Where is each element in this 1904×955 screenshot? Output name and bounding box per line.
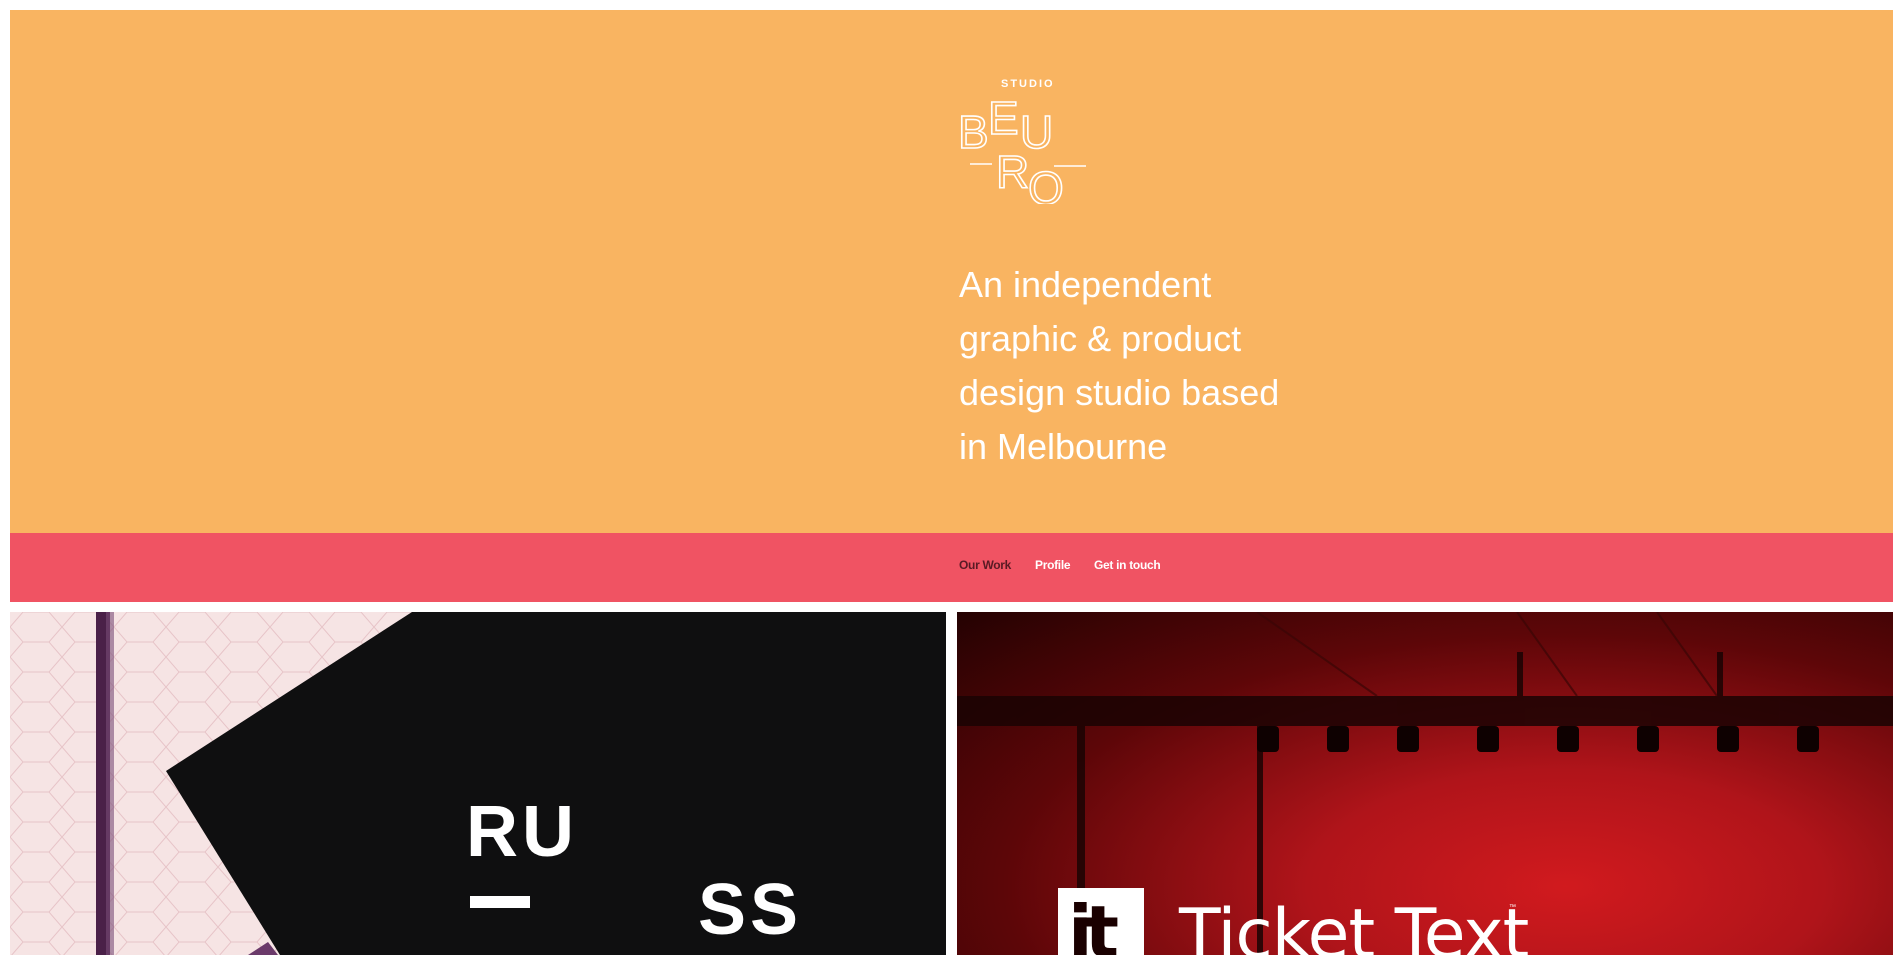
tagline-line: graphic & product [959,318,1242,359]
ticket-text-trademark: ™ [1509,904,1516,911]
tagline-line: in Melbourne [959,426,1168,467]
logo-letter-o: O [1028,162,1064,204]
ticket-text-logo-mark: jt [1058,888,1144,955]
ticket-text-title: Ticket Text [1179,895,1529,955]
logo-studio-text: STUDIO [1001,78,1055,90]
russ-logo-text-ss: SS [698,870,802,950]
nav-get-in-touch-link[interactable]: Get in touch [1094,558,1161,572]
work-tile-ticket-text[interactable]: jt Ticket Text ™ [957,612,1893,955]
logo-letter-e: E [988,94,1019,144]
hero-tagline: An independent graphic & product design … [959,258,1379,474]
logo-letter-r: R [996,146,1029,198]
hero-section: STUDIO B E U R O An independent graphic … [10,10,1893,533]
russ-project-image: RU SS [10,612,946,955]
ticket-text-logo-glyph: jt [1068,890,1119,955]
logo-letter-b: B [958,106,989,158]
nav-profile-link[interactable]: Profile [1035,558,1071,572]
main-nav: Our Work Profile Get in touch [10,533,1893,602]
russ-logo-dash [470,896,530,908]
tagline-line: design studio based [959,372,1280,413]
tagline-line: An independent [959,264,1212,305]
studio-beuro-logo[interactable]: STUDIO B E U R O [958,66,1098,216]
work-tile-russ[interactable]: RU SS [10,612,946,955]
nav-our-work-link[interactable]: Our Work [959,558,1011,572]
logo-lettermark-icon: B E U R O [958,94,1086,204]
russ-logo-text-ru: RU [466,792,578,872]
